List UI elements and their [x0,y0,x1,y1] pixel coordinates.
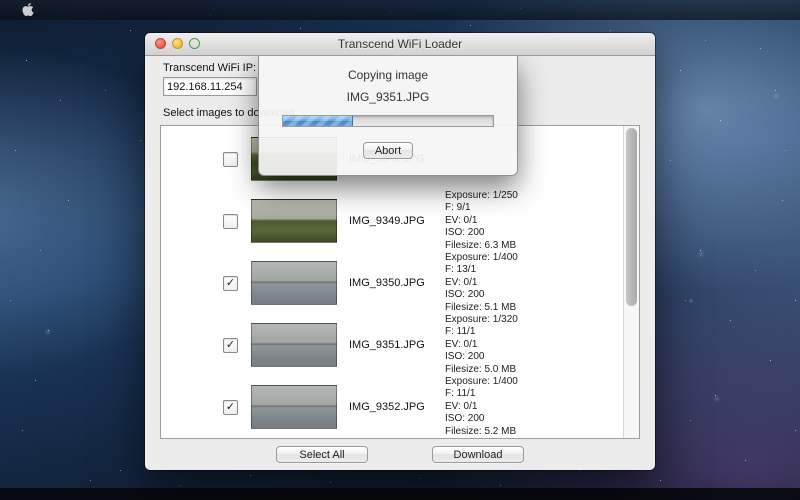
image-list-row: ✓ IMG_9351.JPG Exposure: 1/320F: 11/1EV:… [161,314,624,376]
close-button[interactable] [155,38,166,49]
progress-bar-fill [283,116,353,126]
image-list-row: IMG_9349.JPG Exposure: 1/250F: 9/1EV: 0/… [161,190,624,252]
zoom-button[interactable] [189,38,200,49]
row-checkbox[interactable]: ✓ [223,276,238,291]
image-filename: IMG_9350.JPG [349,277,445,289]
row-checkbox[interactable] [223,214,238,229]
desktop-wallpaper: Transcend WiFi Loader Transcend WiFi IP:… [0,0,800,500]
download-button[interactable]: Download [432,446,524,463]
wifi-ip-label: Transcend WiFi IP: [163,62,256,74]
exif-info: Exposure: 1/320F: 11/1EV: 0/1ISO: 200Fil… [445,314,518,376]
minimize-button[interactable] [172,38,183,49]
exif-info: Exposure: 1/250F: 9/1EV: 0/1ISO: 200File… [445,190,518,252]
sheet-filename: IMG_9351.JPG [259,90,517,104]
apple-menu-icon[interactable] [22,2,34,17]
image-list-row: ✓ IMG_9352.JPG Exposure: 1/400F: 11/1EV:… [161,376,624,438]
row-checkbox[interactable]: ✓ [223,338,238,353]
list-scrollbar[interactable] [623,126,639,438]
row-checkbox[interactable] [223,152,238,167]
image-thumbnail [251,199,337,243]
sheet-title: Copying image [259,68,517,82]
app-window: Transcend WiFi Loader Transcend WiFi IP:… [145,33,655,470]
image-list-row: ✓ IMG_9350.JPG Exposure: 1/400F: 13/1EV:… [161,252,624,314]
image-thumbnail [251,323,337,367]
scrollbar-thumb[interactable] [626,128,637,306]
bottom-screen-strip [0,488,800,500]
select-all-button[interactable]: Select All [276,446,368,463]
traffic-lights [155,38,200,49]
abort-button[interactable]: Abort [363,142,413,159]
exif-info: Exposure: 1/400F: 11/1EV: 0/1ISO: 200Fil… [445,376,518,438]
copy-progress-sheet: Copying image IMG_9351.JPG Abort [258,55,518,176]
footer-buttons: Select All Download [145,446,655,463]
row-checkbox[interactable]: ✓ [223,400,238,415]
window-titlebar[interactable]: Transcend WiFi Loader [145,33,655,56]
image-filename: IMG_9349.JPG [349,215,445,227]
image-thumbnail [251,385,337,429]
wifi-ip-input[interactable] [163,77,257,96]
image-thumbnail [251,261,337,305]
window-title: Transcend WiFi Loader [145,33,655,55]
menu-bar [0,0,800,20]
image-filename: IMG_9351.JPG [349,339,445,351]
exif-info: Exposure: 1/400F: 13/1EV: 0/1ISO: 200Fil… [445,252,518,314]
progress-bar [282,115,494,127]
image-filename: IMG_9352.JPG [349,401,445,413]
